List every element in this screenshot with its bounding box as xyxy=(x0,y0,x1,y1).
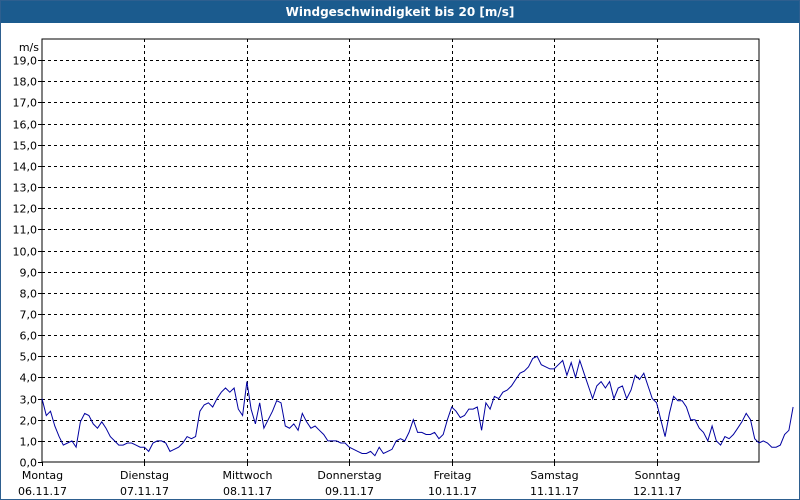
y-tick-label: 7,0 xyxy=(20,309,38,322)
x-tick-label-day: Donnerstag xyxy=(317,469,381,482)
y-tick-label: 12,0 xyxy=(13,203,38,216)
x-tick-label-date: 07.11.17 xyxy=(120,485,169,498)
line-chart: 0,0 1,0 2,0 3,0 4,0 5,0 6,0 7,0 8,0 9,0 10,0 11,0 12… xyxy=(13,38,794,498)
y-tick-label: 19,0 xyxy=(13,55,38,68)
x-tick-label-day: Freitag xyxy=(434,469,472,482)
y-tick-label: 17,0 xyxy=(13,97,38,110)
y-tick-label: 18,0 xyxy=(13,76,38,89)
y-tick-label: 9,0 xyxy=(20,267,38,280)
y-tick-label: 5,0 xyxy=(20,351,38,364)
x-tick-label-date: 08.11.17 xyxy=(223,485,272,498)
y-axis-label: m/s xyxy=(19,41,39,54)
y-tick-label: 0,0 xyxy=(20,457,38,470)
x-tick-label-date: 09.11.17 xyxy=(325,485,374,498)
y-tick-label: 6,0 xyxy=(20,330,38,343)
y-tick-label: 8,0 xyxy=(20,288,38,301)
y-tick-label: 4,0 xyxy=(20,372,38,385)
y-tick-label: 13,0 xyxy=(13,182,38,195)
x-tick-label-date: 11.11.17 xyxy=(530,485,579,498)
plot-area xyxy=(41,38,760,463)
x-tick-label-day: Mittwoch xyxy=(223,469,273,482)
x-tick-label-date: 10.11.17 xyxy=(428,485,477,498)
y-tick-label: 2,0 xyxy=(20,415,38,428)
grid xyxy=(41,38,760,463)
y-tick-label: 11,0 xyxy=(13,224,38,237)
x-tick-label-day: Sonntag xyxy=(635,469,681,482)
x-tick-label-date: 06.11.17 xyxy=(18,485,67,498)
y-tick-label: 10,0 xyxy=(13,246,38,259)
y-tick-label: 3,0 xyxy=(20,394,38,407)
x-tick-label-date: 12.11.17 xyxy=(633,485,682,498)
y-tick-label: 16,0 xyxy=(13,119,38,132)
x-tick-label-day: Montag xyxy=(22,469,63,482)
x-tick-label-day: Samstag xyxy=(530,469,578,482)
y-tick-label: 15,0 xyxy=(13,140,38,153)
chart-window: Windgeschwindigkeit bis 20 [m/s] 0,0 1,0 2… xyxy=(0,0,800,500)
x-tick-label-day: Dienstag xyxy=(120,469,169,482)
y-tick-label: 1,0 xyxy=(20,436,38,449)
y-tick-label: 14,0 xyxy=(13,161,38,174)
